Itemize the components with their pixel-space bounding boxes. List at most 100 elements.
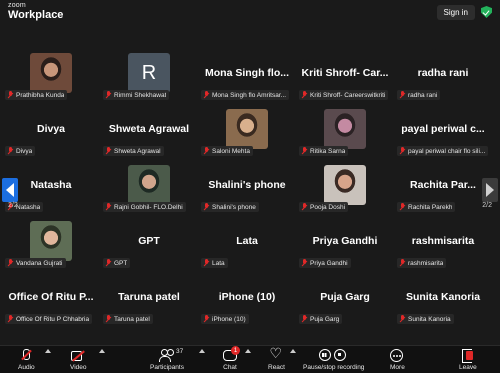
participant-label: Prathibha Kunda <box>5 90 68 100</box>
participant-tile[interactable]: Lata Lata <box>198 216 296 270</box>
video-options-caret[interactable] <box>99 349 105 353</box>
participant-label: Sunita Kanoria <box>397 314 454 324</box>
microphone-muted-icon <box>20 349 32 362</box>
audio-label: Audio <box>18 364 35 371</box>
participant-label-text: Prathibha Kunda <box>16 91 65 99</box>
participants-button[interactable]: 37 Participants <box>150 348 184 371</box>
participant-label: Taruna patel <box>103 314 153 324</box>
microphone-muted-icon <box>301 203 308 211</box>
participant-display: GPT <box>100 224 198 258</box>
participant-tile[interactable]: payal periwal c... payal periwal chair fl… <box>394 104 492 158</box>
participant-tile[interactable]: Mona Singh flo... Mona Singh flo Amritsar… <box>198 48 296 102</box>
participant-tile[interactable]: iPhone (10) iPhone (10) <box>198 272 296 326</box>
brand-small-text: zoom <box>8 2 26 9</box>
audio-options-caret[interactable] <box>45 349 51 353</box>
participant-label: GPT <box>103 258 131 268</box>
microphone-muted-icon <box>399 315 406 323</box>
participant-name: Lata <box>236 235 258 247</box>
microphone-muted-icon <box>105 91 112 99</box>
participant-tile[interactable]: rashmisarita rashmisarita <box>394 216 492 270</box>
participant-label-text: Shweta Agrawal <box>114 147 161 155</box>
microphone-muted-icon <box>301 91 308 99</box>
leave-button[interactable]: Leave <box>459 349 477 371</box>
participant-display: Taruna patel <box>100 280 198 314</box>
chat-unread-badge: 1 <box>231 346 240 355</box>
participant-display: Office Of Ritu P... <box>2 280 100 314</box>
microphone-muted-icon <box>203 315 210 323</box>
participant-video <box>30 53 72 93</box>
participant-tile[interactable]: radha rani radha rani <box>394 48 492 102</box>
participant-tile[interactable]: Puja Garg Puja Garg <box>296 272 394 326</box>
next-page-button[interactable] <box>482 178 498 202</box>
participant-label-text: payal periwal chair flo sili... <box>408 147 486 155</box>
participant-name: GPT <box>138 235 160 247</box>
participant-display <box>296 165 394 205</box>
brand-large-text: Workplace <box>8 9 64 21</box>
previous-page-button[interactable] <box>2 178 18 202</box>
video-button[interactable]: Video <box>70 349 87 371</box>
participant-label-text: Sunita Kanoria <box>408 315 451 323</box>
pause-icon <box>318 349 331 361</box>
participant-tile[interactable]: Shalini's phone Shalini's phone <box>198 160 296 214</box>
more-label: More <box>390 364 405 371</box>
participants-count: 37 <box>175 348 184 355</box>
audio-button[interactable]: Audio <box>18 349 35 371</box>
participant-tile[interactable]: Shweta Agrawal Shweta Agrawal <box>100 104 198 158</box>
microphone-muted-icon <box>399 91 406 99</box>
more-button[interactable]: More <box>390 349 405 371</box>
chat-options-caret[interactable] <box>245 349 251 353</box>
participant-tile[interactable]: Office Of Ritu P... Office Of Ritu P Chha… <box>2 272 100 326</box>
stop-icon <box>333 349 346 361</box>
participant-label-text: Office Of Ritu P Chhabria <box>16 315 90 323</box>
participant-name: Sunita Kanoria <box>405 291 481 303</box>
chevron-left-icon <box>6 183 14 197</box>
chevron-right-icon <box>486 183 494 197</box>
participant-tile[interactable]: Kriti Shroff- Car... Kriti Shroff- Career… <box>296 48 394 102</box>
participant-display: rashmisarita <box>394 224 492 258</box>
participant-label-text: radha rani <box>408 91 438 99</box>
react-options-caret[interactable] <box>290 349 296 353</box>
participant-label-text: Puja Garg <box>310 315 340 323</box>
participant-tile[interactable]: Sunita Kanoria Sunita Kanoria <box>394 272 492 326</box>
participants-icon: 37 <box>158 348 183 362</box>
microphone-muted-icon <box>105 315 112 323</box>
participant-tile[interactable]: R Rimmi Shekhawat <box>100 48 198 102</box>
participant-tile[interactable]: Ritika Sarna <box>296 104 394 158</box>
page-indicator-right: 2/2 <box>482 202 492 209</box>
participant-name: Taruna patel <box>118 291 180 303</box>
participant-name: Natasha <box>30 179 72 191</box>
participant-tile[interactable]: Priya Gandhi Priya Gandhi <box>296 216 394 270</box>
react-button[interactable]: React <box>268 346 285 371</box>
participant-display: Kriti Shroff- Car... <box>296 56 394 90</box>
microphone-muted-icon <box>7 259 14 267</box>
chat-button[interactable]: 1 Chat <box>223 346 240 371</box>
leave-label: Leave <box>459 364 477 371</box>
participant-name: Puja Garg <box>320 291 370 303</box>
participant-tile[interactable]: Taruna patel Taruna patel <box>100 272 198 326</box>
participant-name: Mona Singh flo... <box>205 67 289 79</box>
participant-tile[interactable]: Vandana Gujrati <box>2 216 100 270</box>
participants-label: Participants <box>150 364 184 371</box>
participant-tile[interactable]: Prathibha Kunda <box>2 48 100 102</box>
participant-label: Priya Gandhi <box>299 258 351 268</box>
participant-display <box>2 221 100 261</box>
participant-label-text: iPhone (10) <box>212 315 246 323</box>
video-off-icon <box>70 349 86 362</box>
participant-label: Rachita Parekh <box>397 202 456 212</box>
sign-in-button[interactable]: Sign in <box>436 4 475 20</box>
participant-name: Shalini's phone <box>208 179 286 191</box>
participants-options-caret[interactable] <box>199 349 205 353</box>
participant-tile[interactable]: Divya Divya <box>2 104 100 158</box>
participant-video <box>30 221 72 261</box>
participant-tile[interactable]: Rachita Par... Rachita Parekh <box>394 160 492 214</box>
participant-tile[interactable]: Pooja Doshi <box>296 160 394 214</box>
participant-label: iPhone (10) <box>201 314 249 324</box>
participant-name: iPhone (10) <box>218 291 276 303</box>
participant-tile[interactable]: Rajni Gobhil- FLO.Delhi <box>100 160 198 214</box>
pause-stop-recording-button[interactable]: Pause/stop recording <box>303 349 364 371</box>
participant-tile[interactable]: GPT GPT <box>100 216 198 270</box>
participant-name: Shweta Agrawal <box>108 123 190 135</box>
participant-display: Puja Garg <box>296 280 394 314</box>
shield-check-icon[interactable] <box>481 6 492 18</box>
participant-tile[interactable]: Saloni Mehta <box>198 104 296 158</box>
